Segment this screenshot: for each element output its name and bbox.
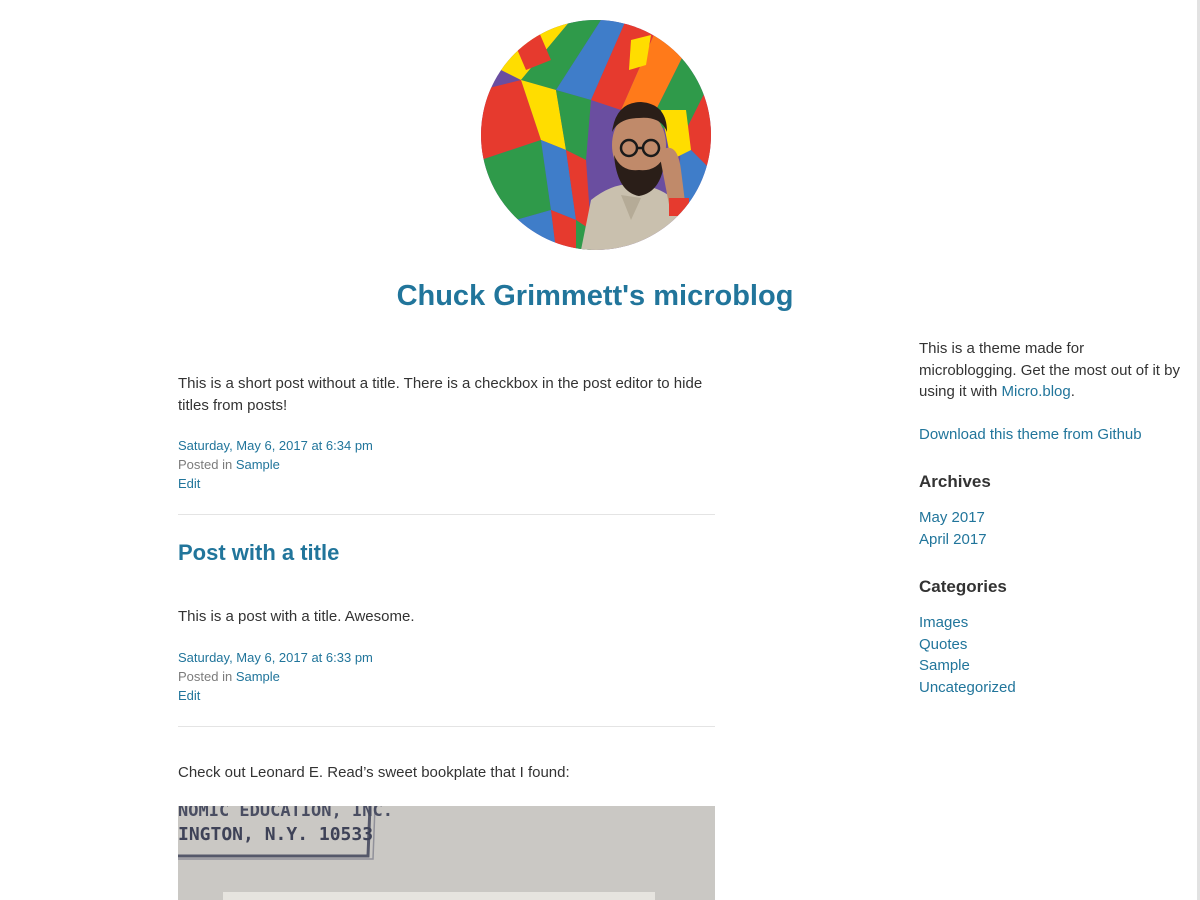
post-body: This is a short post without a title. Th… [178,375,703,414]
category-link-images[interactable]: Images [919,614,968,631]
post-body: This is a post with a title. Awesome. [178,608,415,625]
post-divider [178,725,715,727]
micro-blog-link[interactable]: Micro.blog [1002,383,1071,400]
post-meta: Saturday, May 6, 2017 at 6:34 pm Posted … [178,436,715,493]
post-meta: Saturday, May 6, 2017 at 6:33 pm Posted … [178,648,715,705]
post-3: Check out Leonard E. Read’s sweet bookpl… [178,762,715,784]
archive-link-april-2017[interactable]: April 2017 [919,531,987,548]
category-link-sample[interactable]: Sample [919,657,970,674]
post-date-link[interactable]: Saturday, May 6, 2017 at 6:34 pm [178,438,373,453]
archive-link-may-2017[interactable]: May 2017 [919,509,985,526]
edit-link[interactable]: Edit [178,476,200,491]
main-content: This is a short post without a title. Th… [178,373,715,783]
download-theme-link[interactable]: Download this theme from Github [919,426,1142,443]
archives-list: May 2017 April 2017 [919,507,1181,550]
category-link-uncategorized[interactable]: Uncategorized [919,679,1016,696]
post-category-link[interactable]: Sample [236,457,280,472]
categories-heading: Categories [919,577,1007,596]
post-divider [178,514,715,515]
post-2: Post with a title This is a post with a … [178,540,715,727]
edit-link[interactable]: Edit [178,688,200,703]
archives-heading: Archives [919,472,991,491]
bookplate-image[interactable]: NOMIC EDUCATION, INC. INGTON, N.Y. 10533 [178,806,715,900]
site-title[interactable]: Chuck Grimmett's microblog [0,280,1190,313]
bookplate-text-line2: INGTON, N.Y. 10533 [178,824,373,845]
post-category-link[interactable]: Sample [236,669,280,684]
post-title-link[interactable]: Post with a title [178,540,339,565]
site-avatar[interactable] [481,20,711,250]
categories-list: Images Quotes Sample Uncategorized [919,612,1181,698]
about-text: This is a theme made for microblogging. … [919,340,1180,400]
bookplate-text-line1: NOMIC EDUCATION, INC. [178,806,393,821]
posted-in-label: Posted in [178,668,233,684]
bookplate-photo: NOMIC EDUCATION, INC. INGTON, N.Y. 10533 [178,806,715,900]
sidebar: This is a theme made for microblogging. … [919,338,1181,698]
posted-in-label: Posted in [178,457,233,472]
post-1: This is a short post without a title. Th… [178,373,715,515]
post-body: Check out Leonard E. Read’s sweet bookpl… [178,763,570,781]
post-date-link[interactable]: Saturday, May 6, 2017 at 6:33 pm [178,650,373,665]
category-link-quotes[interactable]: Quotes [919,636,967,653]
avatar-image [481,20,711,250]
